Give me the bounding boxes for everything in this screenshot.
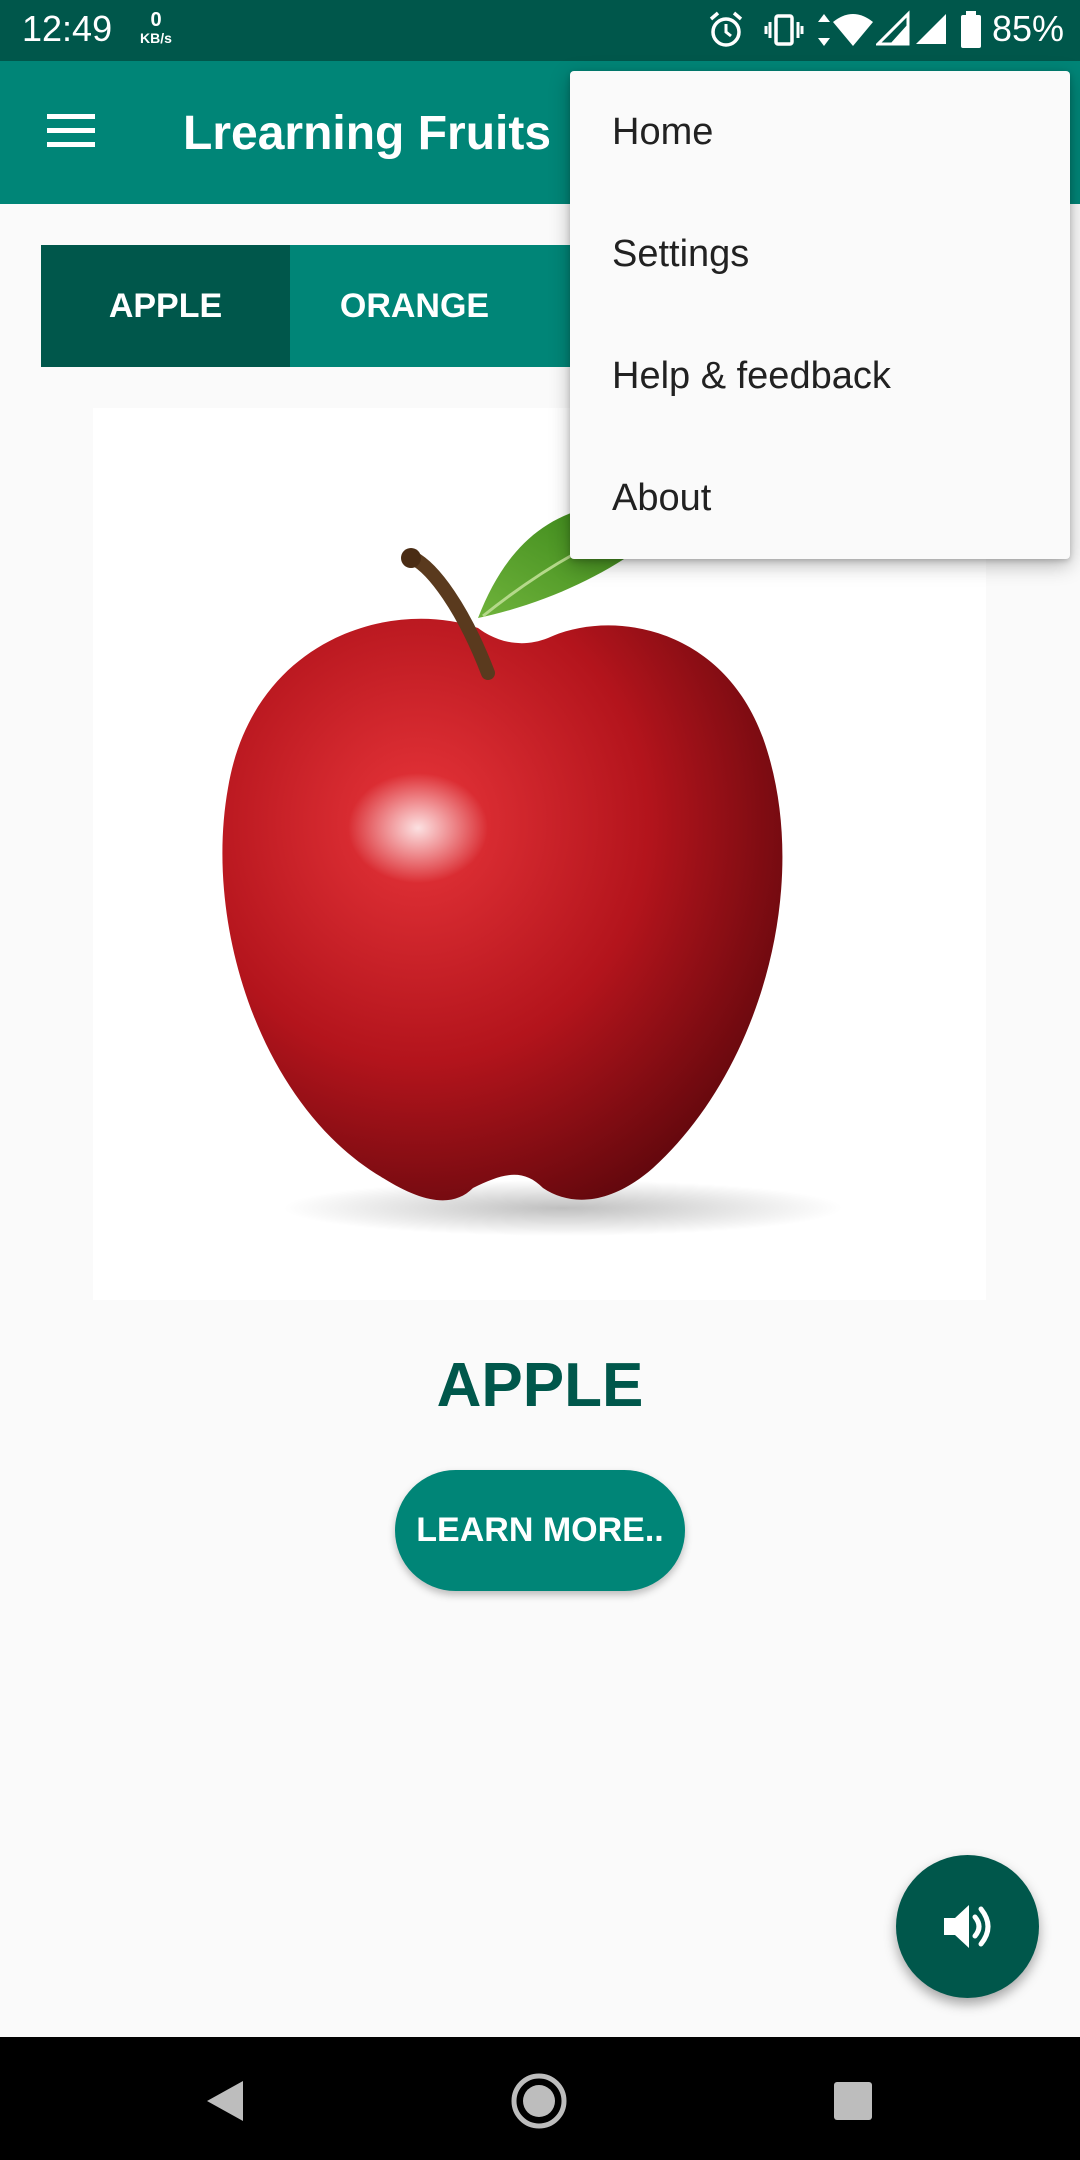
overflow-menu: Home Settings Help & feedback About	[570, 71, 1070, 559]
vibrate-icon	[764, 14, 804, 46]
home-icon[interactable]	[510, 2072, 568, 2130]
app-screen: 12:49 0 KB/s 85% Lrearning Fruits APPLE …	[0, 0, 1080, 2160]
menu-item-settings[interactable]: Settings	[570, 193, 1070, 315]
volume-icon	[944, 1905, 991, 1948]
status-bar: 12:49 0 KB/s 85%	[0, 0, 1080, 61]
recents-icon[interactable]	[833, 2081, 873, 2121]
menu-item-about[interactable]: About	[570, 437, 1070, 559]
network-speed: 0 KB/s	[135, 10, 177, 46]
wifi-icon	[833, 14, 873, 46]
app-title: Lrearning Fruits	[183, 107, 552, 160]
signal-icon	[916, 14, 946, 44]
navigation-bar	[0, 2037, 1080, 2160]
tab-orange[interactable]: ORANGE	[290, 245, 539, 367]
tab-apple[interactable]: APPLE	[41, 245, 290, 367]
alarm-icon	[709, 11, 743, 47]
data-arrows-icon	[818, 14, 830, 46]
learn-more-button[interactable]: LEARN MORE..	[395, 1470, 685, 1591]
signal-icon	[876, 10, 910, 46]
battery-icon	[961, 11, 981, 48]
hamburger-menu-icon[interactable]	[45, 111, 97, 151]
fruit-name: APPLE	[436, 1351, 644, 1420]
play-sound-button[interactable]	[896, 1855, 1039, 1998]
menu-item-home[interactable]: Home	[570, 71, 1070, 193]
menu-item-help-feedback[interactable]: Help & feedback	[570, 315, 1070, 437]
back-icon[interactable]	[203, 2079, 247, 2123]
network-speed-unit: KB/s	[140, 30, 172, 46]
status-time: 12:49	[22, 8, 113, 49]
network-speed-value: 0	[150, 9, 162, 31]
battery-percentage: 85%	[992, 8, 1065, 49]
